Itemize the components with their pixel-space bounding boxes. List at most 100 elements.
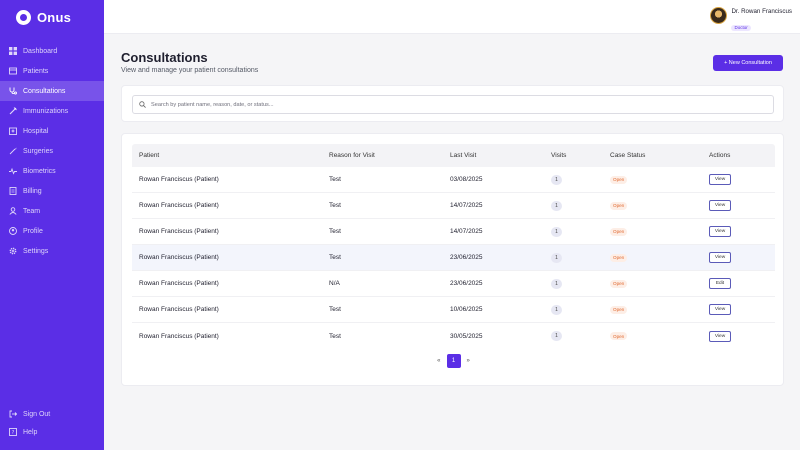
grid-icon xyxy=(9,47,17,55)
reason-cell: Test xyxy=(329,254,341,261)
sidebar-item-billing[interactable]: Billing xyxy=(0,181,104,201)
pagination-page-current[interactable]: 1 xyxy=(446,354,461,368)
last-visit-cell: 14/07/2025 xyxy=(450,228,483,235)
column-header-actions: Actions xyxy=(709,152,731,159)
sidebar-item-settings[interactable]: Settings xyxy=(0,241,104,261)
user-menu[interactable]: Dr. Rowan Franciscus Doctor xyxy=(710,7,792,34)
table-header: Patient Reason for Visit Last Visit Visi… xyxy=(132,144,775,167)
view-button[interactable]: View xyxy=(709,226,731,237)
patients-icon xyxy=(9,67,17,75)
sidebar-bottom: Sign Out ? Help xyxy=(0,405,104,441)
sidebar-item-team[interactable]: Team xyxy=(0,201,104,221)
search-box[interactable] xyxy=(132,95,774,114)
table-row[interactable]: Rowan Franciscus (Patient) Test 14/07/20… xyxy=(132,193,775,219)
sidebar-item-immunizations[interactable]: Immunizations xyxy=(0,101,104,121)
edit-button[interactable]: Edit xyxy=(709,278,731,289)
column-header-case-status[interactable]: Case Status xyxy=(610,144,645,167)
visits-cell: 1 xyxy=(551,271,562,296)
sidebar-item-label: Patients xyxy=(23,67,49,75)
last-visit-cell: 30/05/2025 xyxy=(450,332,483,340)
patient-cell: Rowan Franciscus (Patient) xyxy=(139,228,219,235)
status-cell: Open xyxy=(610,167,628,192)
sidebar-item-label: Help xyxy=(23,428,38,436)
sidebar-item-label: Biometrics xyxy=(23,167,56,175)
reason-cell: Test xyxy=(329,228,341,235)
sidebar-item-label: Surgeries xyxy=(23,147,53,155)
status-badge: Open xyxy=(610,279,628,288)
pulse-icon xyxy=(9,167,17,175)
page-title: Consultations xyxy=(121,50,208,65)
table-row[interactable]: Rowan Franciscus (Patient) Test 14/07/20… xyxy=(132,219,775,245)
status-badge: Open xyxy=(610,175,628,184)
sidebar-item-patients[interactable]: Patients xyxy=(0,61,104,81)
avatar[interactable] xyxy=(710,7,728,24)
gear-icon xyxy=(9,247,17,255)
reason-cell: Test xyxy=(329,176,341,183)
visits-badge: 1 xyxy=(551,331,562,341)
sidebar-item-biometrics[interactable]: Biometrics xyxy=(0,161,104,181)
view-button[interactable]: View xyxy=(709,200,731,211)
pagination: « 1 » xyxy=(122,354,785,368)
sidebar-item-label: Team xyxy=(23,207,41,215)
patient-cell: Rowan Franciscus (Patient) xyxy=(139,332,219,340)
new-consultation-button[interactable]: + New Consultation xyxy=(713,55,783,71)
sidebar-item-surgeries[interactable]: Surgeries xyxy=(0,141,104,161)
table-row[interactable]: Rowan Franciscus (Patient) Test 10/06/20… xyxy=(132,297,775,323)
actions-cell: View xyxy=(709,219,731,244)
last-visit-cell: 23/06/2025 xyxy=(450,254,483,261)
sidebar-item-label: Sign Out xyxy=(23,410,51,418)
status-badge: Open xyxy=(610,253,628,262)
patient-cell: Rowan Franciscus (Patient) xyxy=(139,254,219,261)
pagination-prev[interactable]: « xyxy=(437,358,440,364)
status-cell: Open xyxy=(610,219,628,244)
consultations-table-card: Patient Reason for Visit Last Visit Visi… xyxy=(121,133,784,386)
column-header-reason[interactable]: Reason for Visit xyxy=(329,144,375,167)
visits-cell: 1 xyxy=(551,297,562,322)
last-visit-cell: 03/08/2025 xyxy=(450,176,483,183)
visits-cell: 1 xyxy=(551,323,562,349)
view-button[interactable]: View xyxy=(709,304,731,315)
column-header-last-visit[interactable]: Last Visit xyxy=(450,144,476,167)
view-button[interactable]: View xyxy=(709,330,731,342)
pagination-next[interactable]: » xyxy=(467,358,470,364)
status-cell: Open xyxy=(610,323,628,349)
brand[interactable]: Onus xyxy=(0,0,104,34)
sidebar-item-dashboard[interactable]: Dashboard xyxy=(0,41,104,61)
visits-cell: 1 xyxy=(551,193,562,218)
sidebar-item-label: Dashboard xyxy=(23,47,58,55)
status-cell: Open xyxy=(610,245,628,270)
sidebar-item-hospital[interactable]: Hospital xyxy=(0,121,104,141)
patient-cell: Rowan Franciscus (Patient) xyxy=(139,176,219,183)
sidebar-item-profile[interactable]: Profile xyxy=(0,221,104,241)
last-visit-cell: 23/06/2025 xyxy=(450,280,483,287)
table-row[interactable]: Rowan Franciscus (Patient) N/A 23/06/202… xyxy=(132,271,775,297)
patient-cell: Rowan Franciscus (Patient) xyxy=(139,202,219,209)
search-icon xyxy=(139,101,146,108)
view-button[interactable]: View xyxy=(709,252,731,263)
sidebar-item-help[interactable]: ? Help xyxy=(0,423,104,441)
view-button[interactable]: View xyxy=(709,174,731,185)
visits-badge: 1 xyxy=(551,252,562,263)
brand-name: Onus xyxy=(37,9,72,25)
last-visit-cell: 10/06/2025 xyxy=(450,306,483,313)
visits-badge: 1 xyxy=(551,304,562,315)
sidebar-item-consultations[interactable]: Consultations xyxy=(0,81,104,101)
column-header-visits[interactable]: Visits xyxy=(551,144,566,167)
table-row[interactable]: Rowan Franciscus (Patient) Test 23/06/20… xyxy=(132,245,775,271)
sidebar-item-label: Immunizations xyxy=(23,107,69,115)
reason-cell: Test xyxy=(329,306,341,313)
column-header-patient[interactable]: Patient xyxy=(139,144,159,167)
help-icon: ? xyxy=(9,428,17,436)
reason-cell: N/A xyxy=(329,280,340,287)
table-row[interactable]: Rowan Franciscus (Patient) Test 03/08/20… xyxy=(132,167,775,193)
table-row[interactable]: Rowan Franciscus (Patient) Test 30/05/20… xyxy=(132,323,775,349)
team-icon xyxy=(9,207,17,215)
status-cell: Open xyxy=(610,193,628,218)
search-input[interactable] xyxy=(151,101,751,108)
sidebar-nav: Dashboard Patients Consultations Immuniz… xyxy=(0,41,104,261)
visits-badge: 1 xyxy=(551,278,562,289)
actions-cell: View xyxy=(709,245,731,270)
actions-cell: View xyxy=(709,167,731,192)
status-cell: Open xyxy=(610,297,628,322)
sidebar-item-sign-out[interactable]: Sign Out xyxy=(0,405,104,423)
